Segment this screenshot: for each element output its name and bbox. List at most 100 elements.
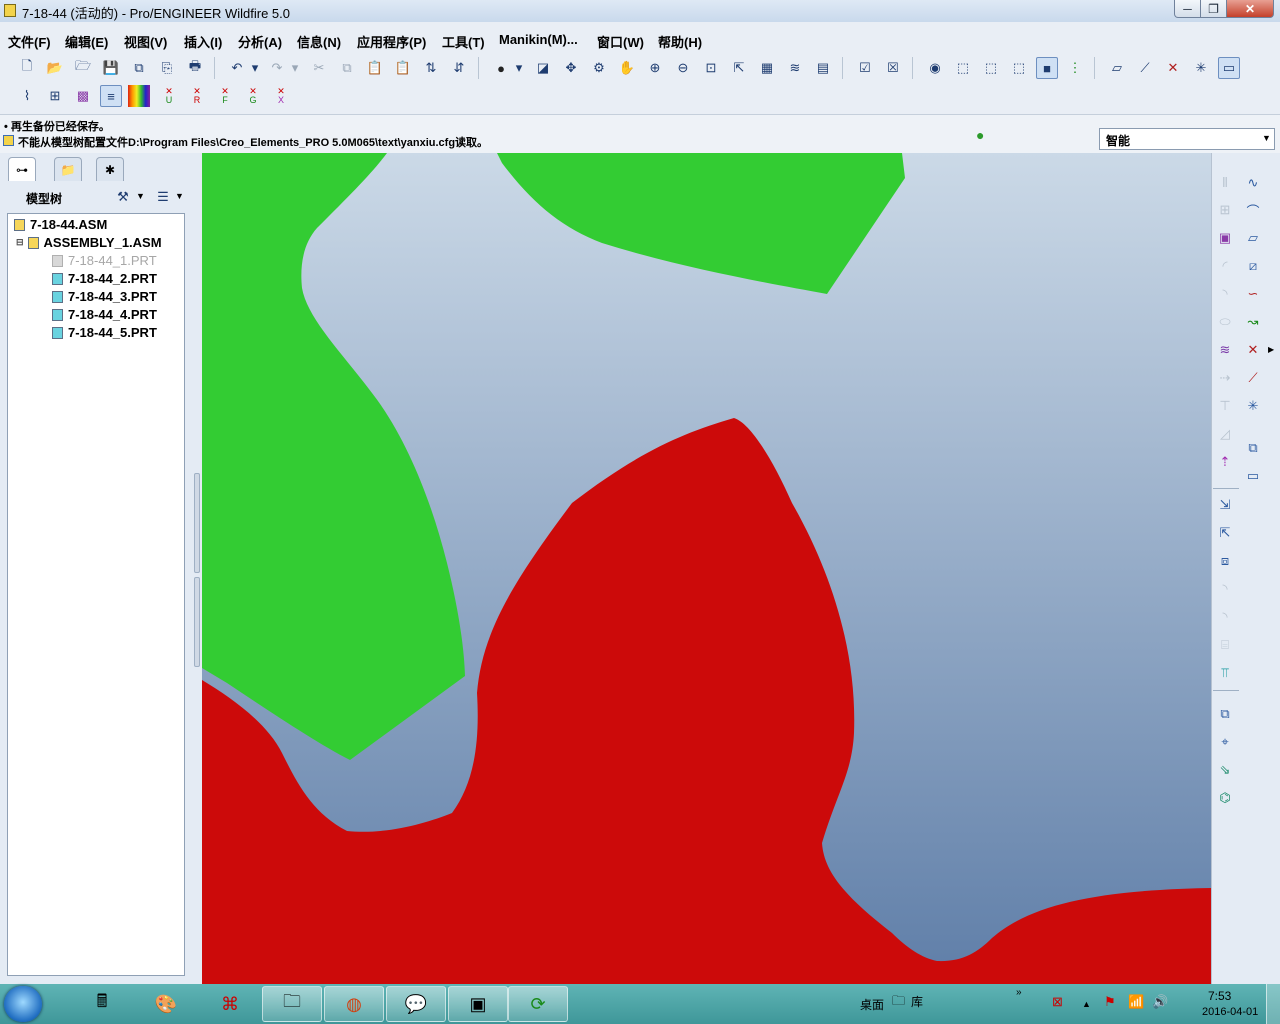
open-assembly-icon[interactable]: 🗁 <box>72 57 94 79</box>
paint-task-icon[interactable]: 🎨 <box>136 986 196 1022</box>
coordinate-systems-icon[interactable]: ✳ <box>1190 57 1212 79</box>
clock-date[interactable]: 2016-04-01 <box>1202 1006 1258 1018</box>
tree-show-dropdown-icon[interactable]: ▼ <box>175 191 184 201</box>
curvature-icon[interactable]: ▩ <box>72 85 94 107</box>
shading-icon[interactable]: ■ <box>1036 57 1058 79</box>
redo-icon[interactable]: ↷ <box>266 57 288 79</box>
hidden-line-icon[interactable]: ⬚ <box>980 57 1002 79</box>
sash-handle-lower[interactable] <box>194 577 200 667</box>
layers-icon[interactable]: ≋ <box>784 57 806 79</box>
hole-icon[interactable]: ⇡ <box>1214 451 1236 473</box>
measure-icon[interactable]: ⊞ <box>44 85 66 107</box>
graphics-window[interactable] <box>202 153 1211 984</box>
weld-icon[interactable]: ⫪ <box>1214 662 1236 684</box>
explode-view-icon[interactable]: ⧉ <box>1214 703 1236 725</box>
no-hidden-icon[interactable]: ⬚ <box>1008 57 1030 79</box>
drag-components-icon[interactable]: ⇘ <box>1214 759 1236 781</box>
action-center-icon[interactable]: ⚑ <box>1104 994 1116 1010</box>
datum-plane-icon[interactable]: ▱ <box>1242 227 1264 249</box>
app-task-icon[interactable]: ◍ <box>324 986 384 1022</box>
rib-icon[interactable]: ◿ <box>1214 423 1236 445</box>
panel-sash[interactable] <box>193 153 202 984</box>
snapshot-icon[interactable]: ⌬ <box>1214 787 1236 809</box>
tray-app-icon[interactable]: ⊠ <box>1052 994 1063 1010</box>
view-manager-icon[interactable]: ▤ <box>812 57 834 79</box>
paste-icon[interactable]: 📋 <box>364 57 386 79</box>
draft-icon[interactable]: ⊤ <box>1214 395 1236 417</box>
package-icon[interactable]: ⧈ <box>1214 550 1236 572</box>
toggle-x-icon[interactable]: ✕ X <box>270 85 292 107</box>
edge-round-icon[interactable]: ◝ <box>1214 606 1236 628</box>
network-icon[interactable]: 📶 <box>1128 994 1144 1010</box>
menu-window[interactable]: 窗口(W) <box>597 32 644 51</box>
coordinate-system-icon[interactable]: ✳ <box>1242 395 1264 417</box>
selection-filter-select[interactable]: 智能 <box>1099 128 1275 150</box>
menu-help[interactable]: 帮助(H) <box>658 32 702 51</box>
chevron-down-icon[interactable]: ▼ <box>1262 133 1271 143</box>
saved-views-icon[interactable]: ▦ <box>756 57 778 79</box>
toggle-u-icon[interactable]: ✕ U <box>158 85 180 107</box>
start-button[interactable] <box>4 986 42 1022</box>
redo-dropdown-icon[interactable]: ▾ <box>288 57 302 79</box>
shell-icon[interactable]: ⬭ <box>1214 311 1236 333</box>
datum-point-icon[interactable]: ✕ <box>1242 339 1264 361</box>
datum-planes-icon[interactable]: ▱ <box>1106 57 1128 79</box>
tree-node-part[interactable]: 7-18-44_5.PRT <box>52 325 157 340</box>
repaint-icon[interactable]: ◪ <box>532 57 554 79</box>
annotation-display-icon[interactable]: ▭ <box>1218 57 1240 79</box>
model-tree-toggle-icon[interactable]: ⋮ <box>1064 57 1086 79</box>
orient-mode-icon[interactable]: ⚙ <box>588 57 610 79</box>
undo-dropdown-icon[interactable]: ▾ <box>248 57 262 79</box>
graph-analysis-icon[interactable]: ⌇ <box>16 85 38 107</box>
datum-points-icon[interactable]: ✕ <box>1162 57 1184 79</box>
flyout-arrow-icon[interactable]: ▶ <box>1268 345 1274 354</box>
tree-node-part-hidden[interactable]: 7-18-44_1.PRT <box>52 253 157 268</box>
backup-icon[interactable]: ⎘ <box>156 57 178 79</box>
clock-time[interactable]: 7:53 <box>1208 989 1231 1003</box>
tree-settings-icon[interactable]: ⚒ <box>112 186 134 208</box>
pattern-icon[interactable]: ⊞ <box>1214 199 1236 221</box>
window-activate-icon[interactable]: ☑ <box>854 57 876 79</box>
menu-manikin[interactable]: Manikin(M)... <box>499 32 578 47</box>
save-icon[interactable]: 💾 <box>100 57 122 79</box>
curve-icon[interactable]: ∽ <box>1242 283 1264 305</box>
shading-sphere-icon[interactable]: ● <box>490 57 512 79</box>
menu-view[interactable]: 视图(V) <box>124 32 167 51</box>
acrobat-task-icon[interactable]: ⌘ <box>200 986 260 1022</box>
assemble-component-icon[interactable]: ⇲ <box>1214 494 1236 516</box>
toggle-r-icon[interactable]: ✕ R <box>186 85 208 107</box>
paste-special-icon[interactable]: 📋 <box>392 57 414 79</box>
curve-through-points-icon[interactable]: ↝ <box>1242 311 1264 333</box>
close-button[interactable]: ✕ <box>1226 0 1274 18</box>
mechanism-icon[interactable]: ⌖ <box>1214 731 1236 753</box>
toggle-g-icon[interactable]: ✕ G <box>242 85 264 107</box>
show-desktop-button[interactable] <box>1266 984 1280 1024</box>
explorer-task-icon[interactable]: 🗀 <box>262 986 322 1022</box>
calculator-task-icon[interactable]: 🖩 <box>72 986 132 1022</box>
zoom-in-icon[interactable]: ⊕ <box>644 57 666 79</box>
annotation-icon[interactable]: ▭ <box>1242 465 1264 487</box>
datum-axes-icon[interactable]: ⟋ <box>1134 57 1156 79</box>
display-style-icon[interactable]: ◉ <box>924 57 946 79</box>
volume-icon[interactable]: 🔊 <box>1152 994 1168 1010</box>
cut-feature-icon[interactable]: ⌸ <box>1214 634 1236 656</box>
show-hidden-icons-icon[interactable]: ▲ <box>1082 999 1091 1009</box>
tab-folder-browser[interactable]: 📁 <box>54 157 82 181</box>
analysis-feature-icon[interactable]: ⧉ <box>1242 437 1264 459</box>
create-component-icon[interactable]: ⇱ <box>1214 522 1236 544</box>
library-toolbar-label[interactable]: 库 <box>911 993 923 1010</box>
open-folder-icon[interactable]: 📂 <box>44 57 66 79</box>
new-file-icon[interactable]: 🗋 <box>16 57 38 79</box>
menu-insert[interactable]: 插入(I) <box>184 32 222 51</box>
zoom-out-icon[interactable]: ⊖ <box>672 57 694 79</box>
browser-task-icon[interactable]: ⟳ <box>508 986 568 1022</box>
print-icon[interactable]: 🖶 <box>184 57 206 79</box>
tree-node-part[interactable]: 7-18-44_2.PRT <box>52 271 157 286</box>
tree-show-icon[interactable]: ☰ <box>152 186 174 208</box>
menu-info[interactable]: 信息(N) <box>297 32 341 51</box>
desktop-toolbar-label[interactable]: 桌面 <box>860 996 884 1013</box>
window-close-icon[interactable]: ☒ <box>882 57 904 79</box>
tree-settings-dropdown-icon[interactable]: ▼ <box>136 191 145 201</box>
model-viewport[interactable] <box>202 153 1211 984</box>
toggle-f-icon[interactable]: ✕ F <box>214 85 236 107</box>
